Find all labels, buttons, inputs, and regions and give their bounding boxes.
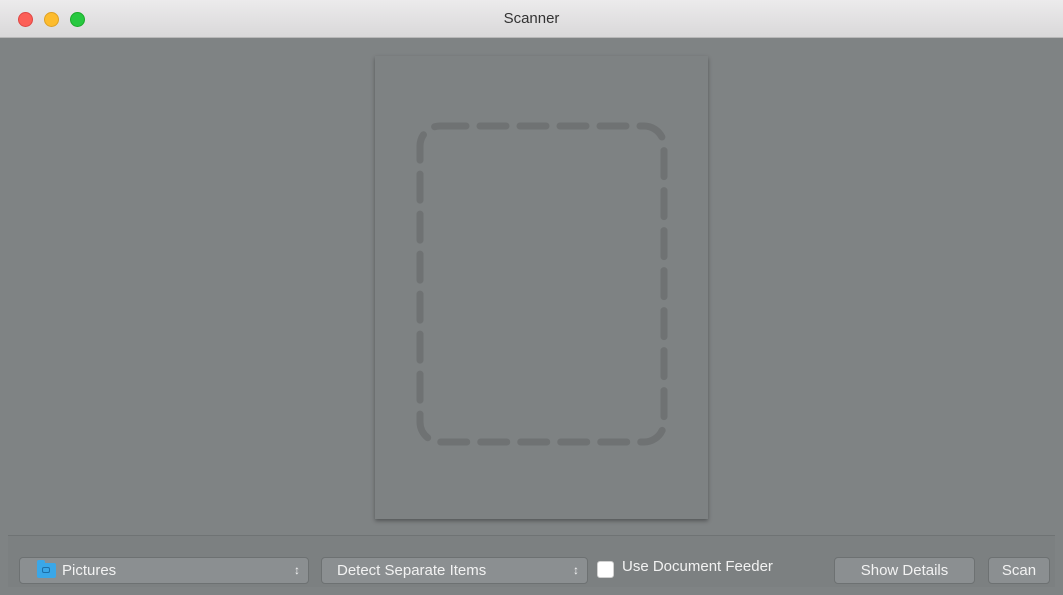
scanner-toolbar: Pictures ↕ Detect Separate Items ↕ Use D… <box>8 535 1055 587</box>
chevron-up-down-icon: ↕ <box>294 563 300 577</box>
title-bar: Scanner <box>0 0 1063 38</box>
document-feeder-label[interactable]: Use Document Feeder <box>622 558 773 575</box>
scan-preview-area <box>8 38 1055 535</box>
scan-button[interactable]: Scan <box>988 557 1050 584</box>
show-details-button[interactable]: Show Details <box>834 557 975 584</box>
destination-popup[interactable]: Pictures ↕ <box>19 557 309 584</box>
window-title: Scanner <box>503 10 560 27</box>
scan-mode-value: Detect Separate Items <box>337 562 487 579</box>
chevron-up-down-icon: ↕ <box>573 563 579 577</box>
document-feeder-checkbox[interactable] <box>597 561 614 578</box>
scan-placeholder-icon <box>416 122 668 446</box>
pictures-folder-icon <box>37 560 56 578</box>
scan-mode-popup[interactable]: Detect Separate Items ↕ <box>321 557 588 584</box>
scanner-bed-preview <box>375 56 708 519</box>
destination-value: Pictures <box>62 562 117 579</box>
